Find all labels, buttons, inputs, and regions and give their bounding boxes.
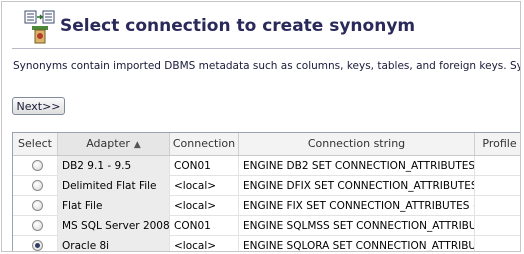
next-button[interactable]: Next>>	[12, 97, 65, 115]
adapter-cell: DB2 9.1 - 9.5	[58, 156, 170, 176]
connection-string-cell: ENGINE DB2 SET CONNECTION_ATTRIBUTES CC	[239, 156, 475, 176]
profile-cell	[475, 236, 520, 251]
synonym-wizard-icon	[24, 10, 55, 44]
connection-string-cell: ENGINE SQLORA SET CONNECTION_ATTRIBUTE	[239, 236, 475, 251]
select-cell	[13, 216, 58, 236]
page-title: Select connection to create synonym	[60, 16, 416, 36]
select-radio[interactable]	[32, 200, 43, 211]
column-header-adapter[interactable]: Adapter ▲	[58, 133, 170, 155]
select-radio[interactable]	[32, 220, 43, 231]
column-header-profile[interactable]: Profile	[475, 133, 520, 155]
adapter-cell: Delimited Flat File	[58, 176, 170, 196]
select-radio[interactable]	[32, 160, 43, 171]
profile-cell	[475, 156, 520, 176]
table-row[interactable]: Delimited Flat File <local> ENGINE DFIX SE…	[13, 176, 520, 196]
column-header-connection[interactable]: Connection	[170, 133, 239, 155]
connection-string-cell: ENGINE SQLMSS SET CONNECTION_ATTRIBUTE	[239, 216, 475, 236]
connection-cell: <local>	[170, 196, 239, 216]
select-cell	[13, 176, 58, 196]
connection-cell: <local>	[170, 236, 239, 251]
table-header: Select Adapter ▲ Connection Connection st…	[13, 133, 520, 156]
connection-cell: CON01	[170, 156, 239, 176]
title-divider	[12, 48, 520, 49]
adapter-cell: Oracle 8i	[58, 236, 170, 251]
table-row[interactable]: MS SQL Server 2008 CON01 ENGINE SQLMSS SET…	[13, 216, 520, 236]
description-text: Synonyms contain imported DBMS metadata …	[13, 60, 520, 72]
connection-string-cell: ENGINE DFIX SET CONNECTION_ATTRIBUTES <	[239, 176, 475, 196]
select-cell	[13, 236, 58, 251]
column-header-connection-string[interactable]: Connection string	[239, 133, 475, 155]
connection-cell: CON01	[170, 216, 239, 236]
profile-cell	[475, 196, 520, 216]
table-row[interactable]: Flat File <local> ENGINE FIX SET CONNECTIO…	[13, 196, 520, 216]
adapter-cell: MS SQL Server 2008	[58, 216, 170, 236]
connections-table: Select Adapter ▲ Connection Connection st…	[12, 132, 520, 251]
column-header-select[interactable]: Select	[13, 133, 58, 155]
table-row[interactable]: Oracle 8i <local> ENGINE SQLORA SET CONNEC…	[13, 236, 520, 251]
select-radio[interactable]	[32, 240, 43, 251]
profile-cell	[475, 216, 520, 236]
table-row[interactable]: DB2 9.1 - 9.5 CON01 ENGINE DB2 SET CONNECT…	[13, 156, 520, 176]
select-radio[interactable]	[32, 180, 43, 191]
connection-string-cell: ENGINE FIX SET CONNECTION_ATTRIBUTES <lc	[239, 196, 475, 216]
adapter-cell: Flat File	[58, 196, 170, 216]
select-cell	[13, 156, 58, 176]
sort-ascending-icon: ▲	[133, 140, 141, 150]
profile-cell	[475, 176, 520, 196]
connection-cell: <local>	[170, 176, 239, 196]
dialog-frame: Select connection to create synonym Syno…	[1, 1, 521, 252]
select-cell	[13, 196, 58, 216]
